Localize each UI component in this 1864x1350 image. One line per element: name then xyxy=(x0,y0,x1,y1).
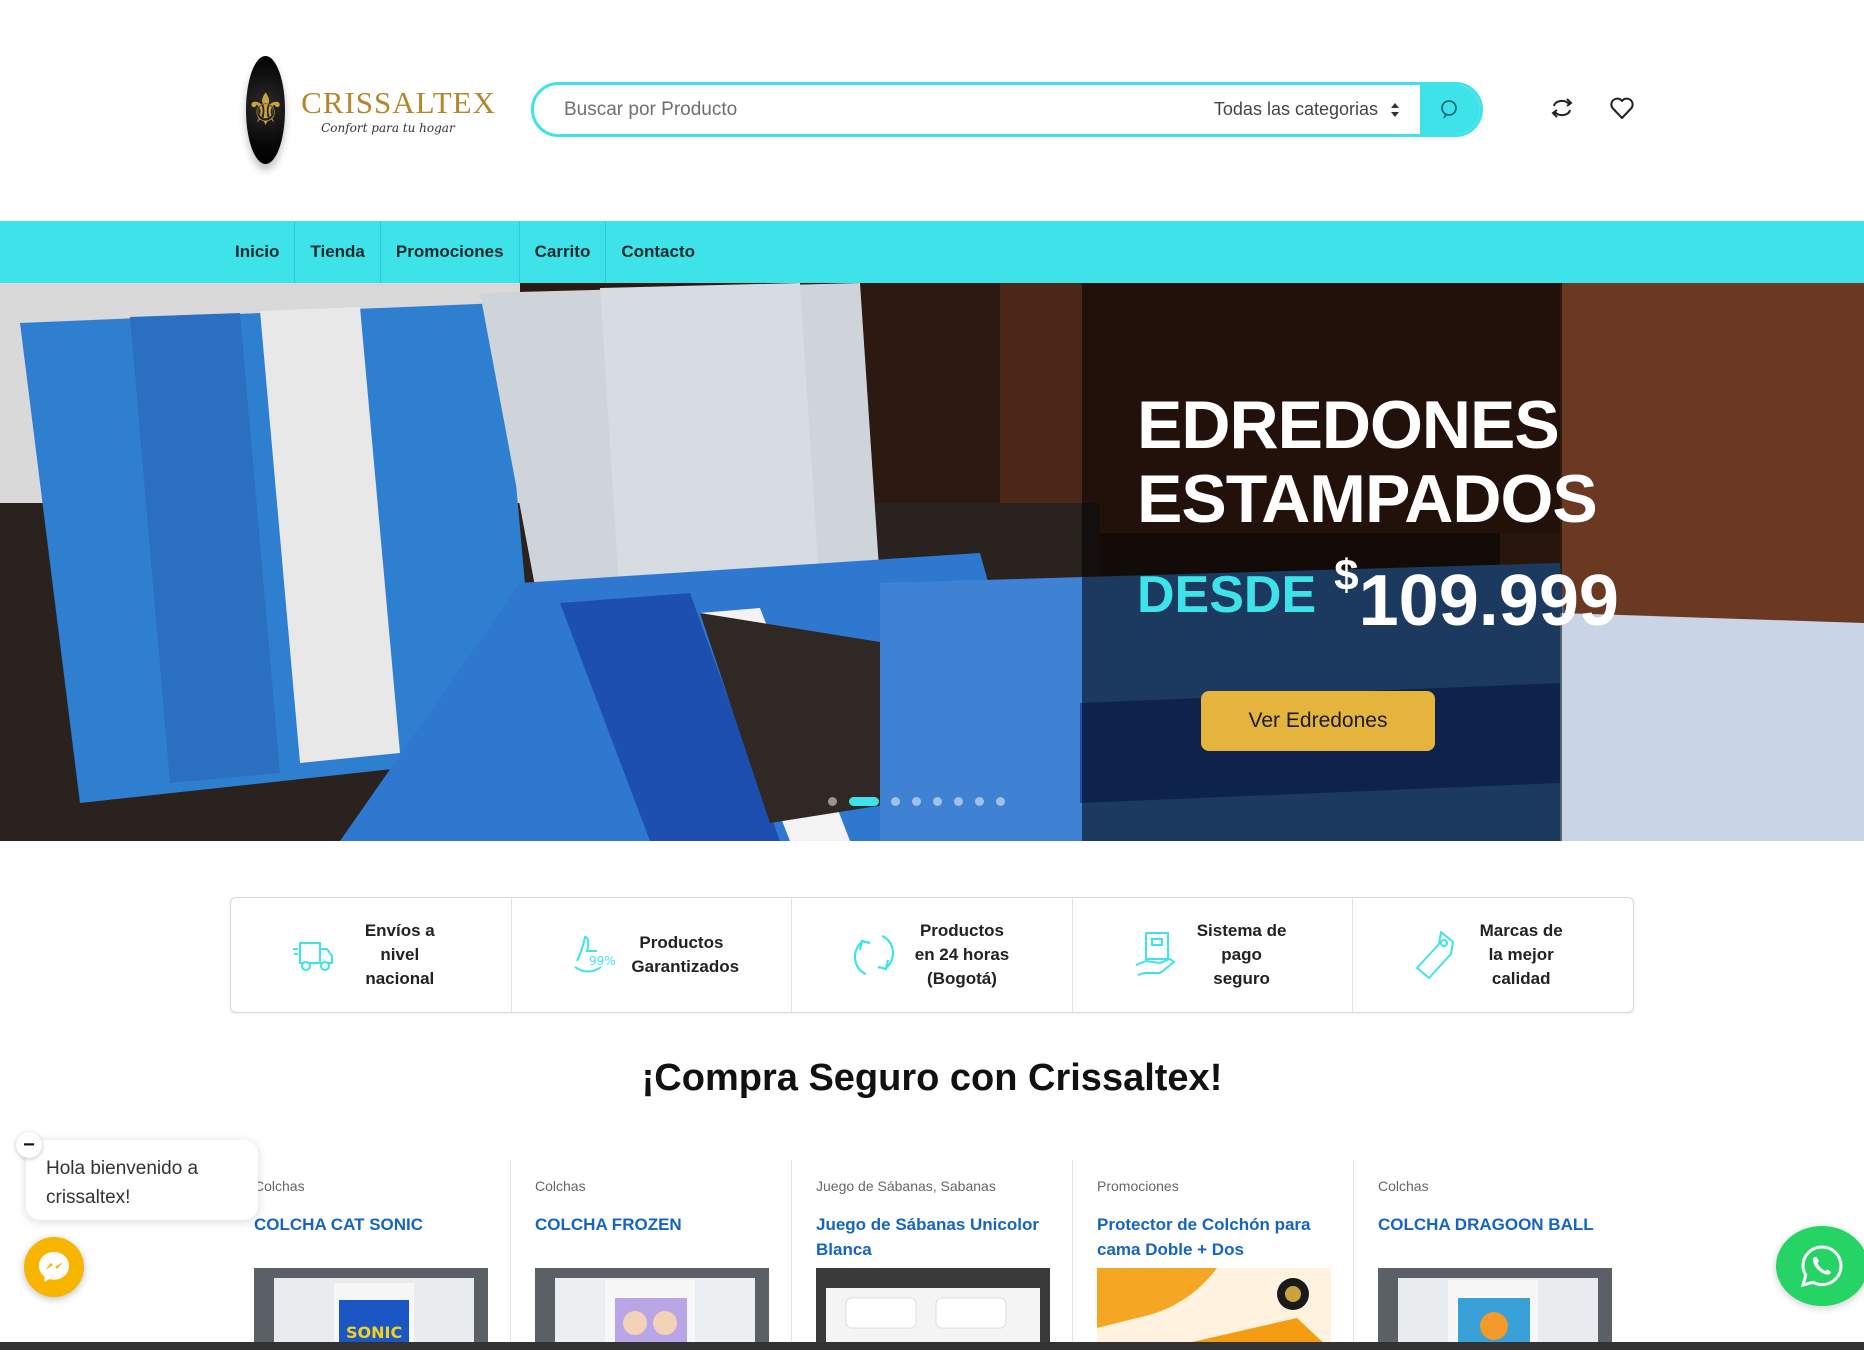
feature-guarantee-text: Productos Garantizados xyxy=(631,933,740,976)
slider-dot[interactable] xyxy=(954,797,963,806)
whatsapp-button[interactable] xyxy=(1776,1226,1864,1306)
slider-dot[interactable] xyxy=(933,797,942,806)
sort-arrows-icon xyxy=(1391,102,1399,117)
slider-dot[interactable] xyxy=(849,797,879,806)
brand-name: CRISSALTEX xyxy=(301,85,496,120)
hero-desde: DESDE xyxy=(1137,566,1317,624)
hero-currency: $ xyxy=(1334,551,1359,600)
product-card[interactable]: Colchas COLCHA FROZEN xyxy=(511,1160,792,1350)
slider-dot[interactable] xyxy=(996,797,1005,806)
ver-edredones-button[interactable]: Ver Edredones xyxy=(1201,691,1435,751)
svg-text:SONIC: SONIC xyxy=(346,1323,402,1342)
messenger-button[interactable] xyxy=(24,1237,84,1297)
hero-title-line1: EDREDONES xyxy=(1137,387,1560,463)
wishlist-button[interactable] xyxy=(1607,93,1637,123)
tag-icon xyxy=(1416,931,1455,979)
svg-text:99%: 99% xyxy=(589,954,615,968)
product-category[interactable]: Colchas xyxy=(535,1178,791,1194)
compare-button[interactable] xyxy=(1547,93,1577,123)
product-card[interactable]: Colchas COLCHA DRAGOON BALL xyxy=(1354,1160,1634,1350)
product-image[interactable]: SONIC xyxy=(254,1268,488,1350)
features-bar: Envíos a nivel nacional 99% Productos Ga… xyxy=(230,897,1634,1013)
feature-24h: Productos en 24 horas (Bogotá) xyxy=(792,898,1073,1012)
section-title: ¡Compra Seguro con Crissaltex! xyxy=(641,1057,1223,1099)
feature-payment-text: Sistema de pago seguro xyxy=(1196,921,1287,988)
product-name[interactable]: COLCHA CAT SONIC xyxy=(254,1212,484,1237)
close-chat-button[interactable]: − xyxy=(16,1132,42,1158)
slider-dot[interactable] xyxy=(828,797,837,806)
nav-item-contacto[interactable]: Contacto xyxy=(606,221,710,283)
product-category[interactable]: Colchas xyxy=(254,1178,510,1194)
messenger-icon xyxy=(39,1252,69,1282)
main-nav: Inicio Tienda Promociones Carrito Contac… xyxy=(0,221,1864,283)
hero-title: EDREDONES ESTAMPADOS xyxy=(1137,387,1598,537)
feature-payment: Sistema de pago seguro xyxy=(1073,898,1354,1012)
brand-logo[interactable]: ⚜ CRISSALTEX Confort para tu hogar xyxy=(246,48,496,172)
hero-price: 109.999 xyxy=(1358,561,1619,641)
product-category[interactable]: Juego de Sábanas, Sabanas xyxy=(816,1178,1072,1194)
logo-text: CRISSALTEX Confort para tu hogar xyxy=(301,85,496,135)
nav-item-carrito[interactable]: Carrito xyxy=(520,221,607,283)
product-card[interactable]: Colchas COLCHA CAT SONIC SONIC xyxy=(230,1160,511,1350)
slider-dot[interactable] xyxy=(975,797,984,806)
search-icon xyxy=(1441,99,1457,118)
nav-item-promociones[interactable]: Promociones xyxy=(381,221,520,283)
product-image[interactable] xyxy=(535,1268,769,1350)
feature-shipping-text: Envíos a nivel nacional xyxy=(364,921,435,988)
product-name[interactable]: COLCHA DRAGOON BALL xyxy=(1378,1212,1608,1237)
brand-tagline: Confort para tu hogar xyxy=(321,121,455,135)
feature-quality: Marcas de la mejor calidad xyxy=(1353,898,1633,1012)
bottom-scroll-strip xyxy=(0,1342,1864,1350)
nav-item-inicio[interactable]: Inicio xyxy=(220,221,296,283)
feature-guarantee: 99% Productos Garantizados xyxy=(512,898,793,1012)
hero-title-line2: ESTAMPADOS xyxy=(1137,461,1598,537)
feature-shipping: Envíos a nivel nacional xyxy=(231,898,512,1012)
category-select[interactable]: Todas las categorias xyxy=(1214,99,1420,120)
product-name[interactable]: COLCHA FROZEN xyxy=(535,1212,765,1237)
hero-slider[interactable]: EDREDONES ESTAMPADOS DESDE $ 109.999 Ver… xyxy=(0,283,1864,841)
whatsapp-icon xyxy=(1800,1245,1843,1288)
hero-price-row: DESDE $ 109.999 xyxy=(1137,551,1619,643)
feature-24h-text: Productos en 24 horas (Bogotá) xyxy=(914,921,1010,988)
product-category[interactable]: Colchas xyxy=(1378,1178,1634,1194)
product-name[interactable]: Juego de Sábanas Unicolor Blanca xyxy=(816,1212,1046,1262)
slider-dot[interactable] xyxy=(891,797,900,806)
guarantee-icon: 99% xyxy=(574,935,615,973)
product-card[interactable]: Promociones Protector de Colchón para ca… xyxy=(1073,1160,1354,1350)
truck-icon xyxy=(292,942,333,971)
slider-dots xyxy=(828,797,1005,806)
minus-icon: − xyxy=(23,1133,35,1156)
site-header: ⚜ CRISSALTEX Confort para tu hogar Todas… xyxy=(0,0,1864,221)
heart-icon xyxy=(1610,97,1634,119)
welcome-chat-bubble[interactable]: Hola bienvenido a crissaltex! xyxy=(26,1140,258,1220)
slider-dot[interactable] xyxy=(912,797,921,806)
product-card[interactable]: Juego de Sábanas, Sabanas Juego de Sában… xyxy=(792,1160,1073,1350)
secure-payment-icon xyxy=(1135,932,1176,976)
product-image[interactable] xyxy=(1378,1268,1612,1350)
search-button[interactable] xyxy=(1420,85,1480,134)
product-image[interactable] xyxy=(816,1268,1050,1350)
refresh-icon xyxy=(853,934,895,976)
product-category[interactable]: Promociones xyxy=(1097,1178,1353,1194)
nav-item-tienda[interactable]: Tienda xyxy=(295,221,381,283)
search-input[interactable] xyxy=(534,85,1214,134)
feature-quality-text: Marcas de la mejor calidad xyxy=(1479,921,1563,988)
category-select-value: Todas las categorias xyxy=(1213,99,1378,119)
product-grid: Colchas COLCHA CAT SONIC SONIC Colchas C… xyxy=(230,1160,1634,1350)
product-image[interactable] xyxy=(1097,1268,1331,1350)
logo-emblem: ⚜ xyxy=(246,56,285,164)
search-bar: Todas las categorias xyxy=(531,82,1483,137)
compare-icon xyxy=(1551,98,1573,118)
